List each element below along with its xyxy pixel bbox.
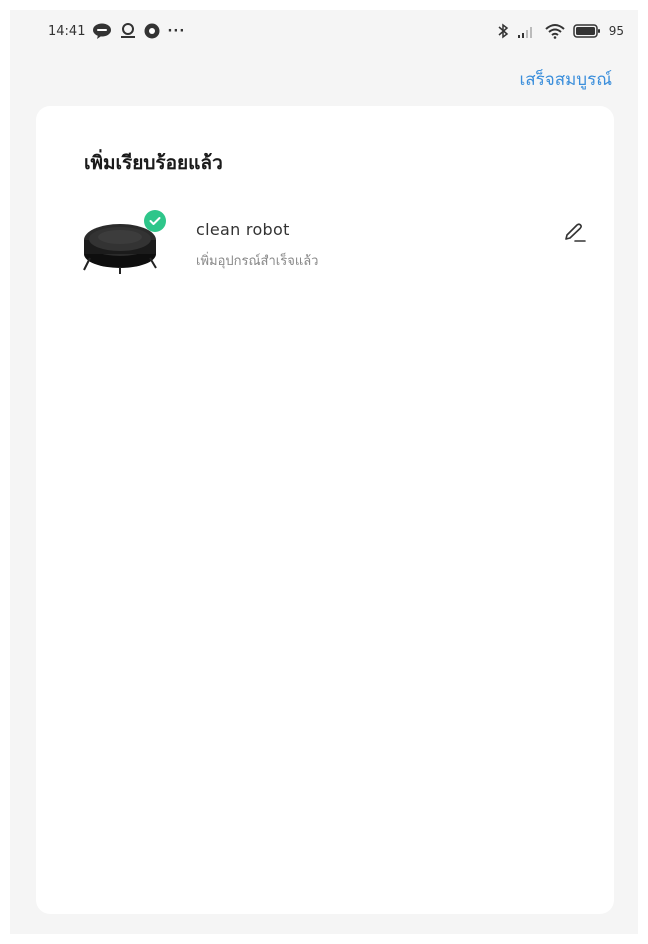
screen: 14:41 ··· 95 เสร็จสมบูรณ์ เพิ่มเรียบร้อย… xyxy=(10,10,638,934)
edit-name-button[interactable] xyxy=(560,218,590,248)
chat-bubble-icon xyxy=(92,23,112,39)
bluetooth-icon xyxy=(497,23,509,39)
more-notifications-icon: ··· xyxy=(167,23,186,39)
device-row[interactable]: clean robot เพิ่มอุปกรณ์สำเร็จแล้ว xyxy=(80,210,590,276)
pencil-icon xyxy=(563,223,587,243)
device-name: clean robot xyxy=(196,220,290,239)
signal-icon xyxy=(517,24,537,38)
card-title: เพิ่มเรียบร้อยแล้ว xyxy=(84,152,223,174)
status-bar: 14:41 ··· 95 xyxy=(10,10,638,54)
status-left: 14:41 ··· xyxy=(48,23,185,39)
check-icon xyxy=(144,210,166,232)
profile-icon xyxy=(119,23,137,39)
chrome-icon xyxy=(144,23,160,39)
status-right: 95 xyxy=(497,23,624,39)
device-status: เพิ่มอุปกรณ์สำเร็จแล้ว xyxy=(196,254,319,269)
battery-level: 95 xyxy=(608,24,624,38)
battery-icon xyxy=(572,24,601,38)
status-time: 14:41 xyxy=(48,23,86,39)
wifi-icon xyxy=(545,23,565,39)
added-devices-card: เพิ่มเรียบร้อยแล้ว clean robot เพิ่มอุปก… xyxy=(36,106,614,914)
done-button[interactable]: เสร็จสมบูรณ์ xyxy=(519,66,612,93)
